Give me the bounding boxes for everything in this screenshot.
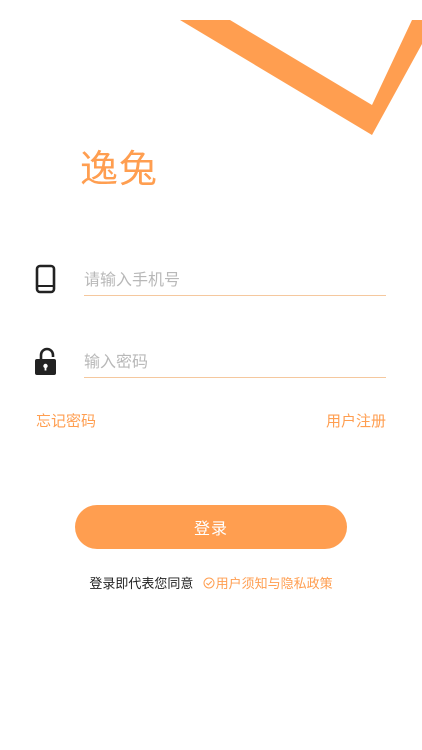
unlocked-padlock-icon (35, 347, 56, 375)
forgot-password-link[interactable]: 忘记密码 (36, 411, 96, 431)
decorative-corner-stripe (180, 20, 422, 135)
app-title: 逸兔 (80, 147, 159, 191)
phone-underline (84, 295, 386, 296)
login-button[interactable]: 登录 (75, 505, 347, 549)
check-circle-icon[interactable] (203, 577, 215, 589)
agreement-prefix: 登录即代表您同意 (89, 577, 194, 592)
agreement-row: 登录即代表您同意 用户须知与隐私政策 (0, 576, 422, 594)
password-input[interactable] (84, 348, 384, 374)
register-link[interactable]: 用户注册 (326, 411, 386, 431)
phone-field (34, 264, 386, 296)
password-field (34, 346, 386, 378)
mobile-phone-icon (35, 264, 56, 294)
password-underline (84, 377, 386, 378)
phone-input[interactable] (84, 266, 384, 292)
privacy-policy-link[interactable]: 用户须知与隐私政策 (216, 577, 333, 592)
